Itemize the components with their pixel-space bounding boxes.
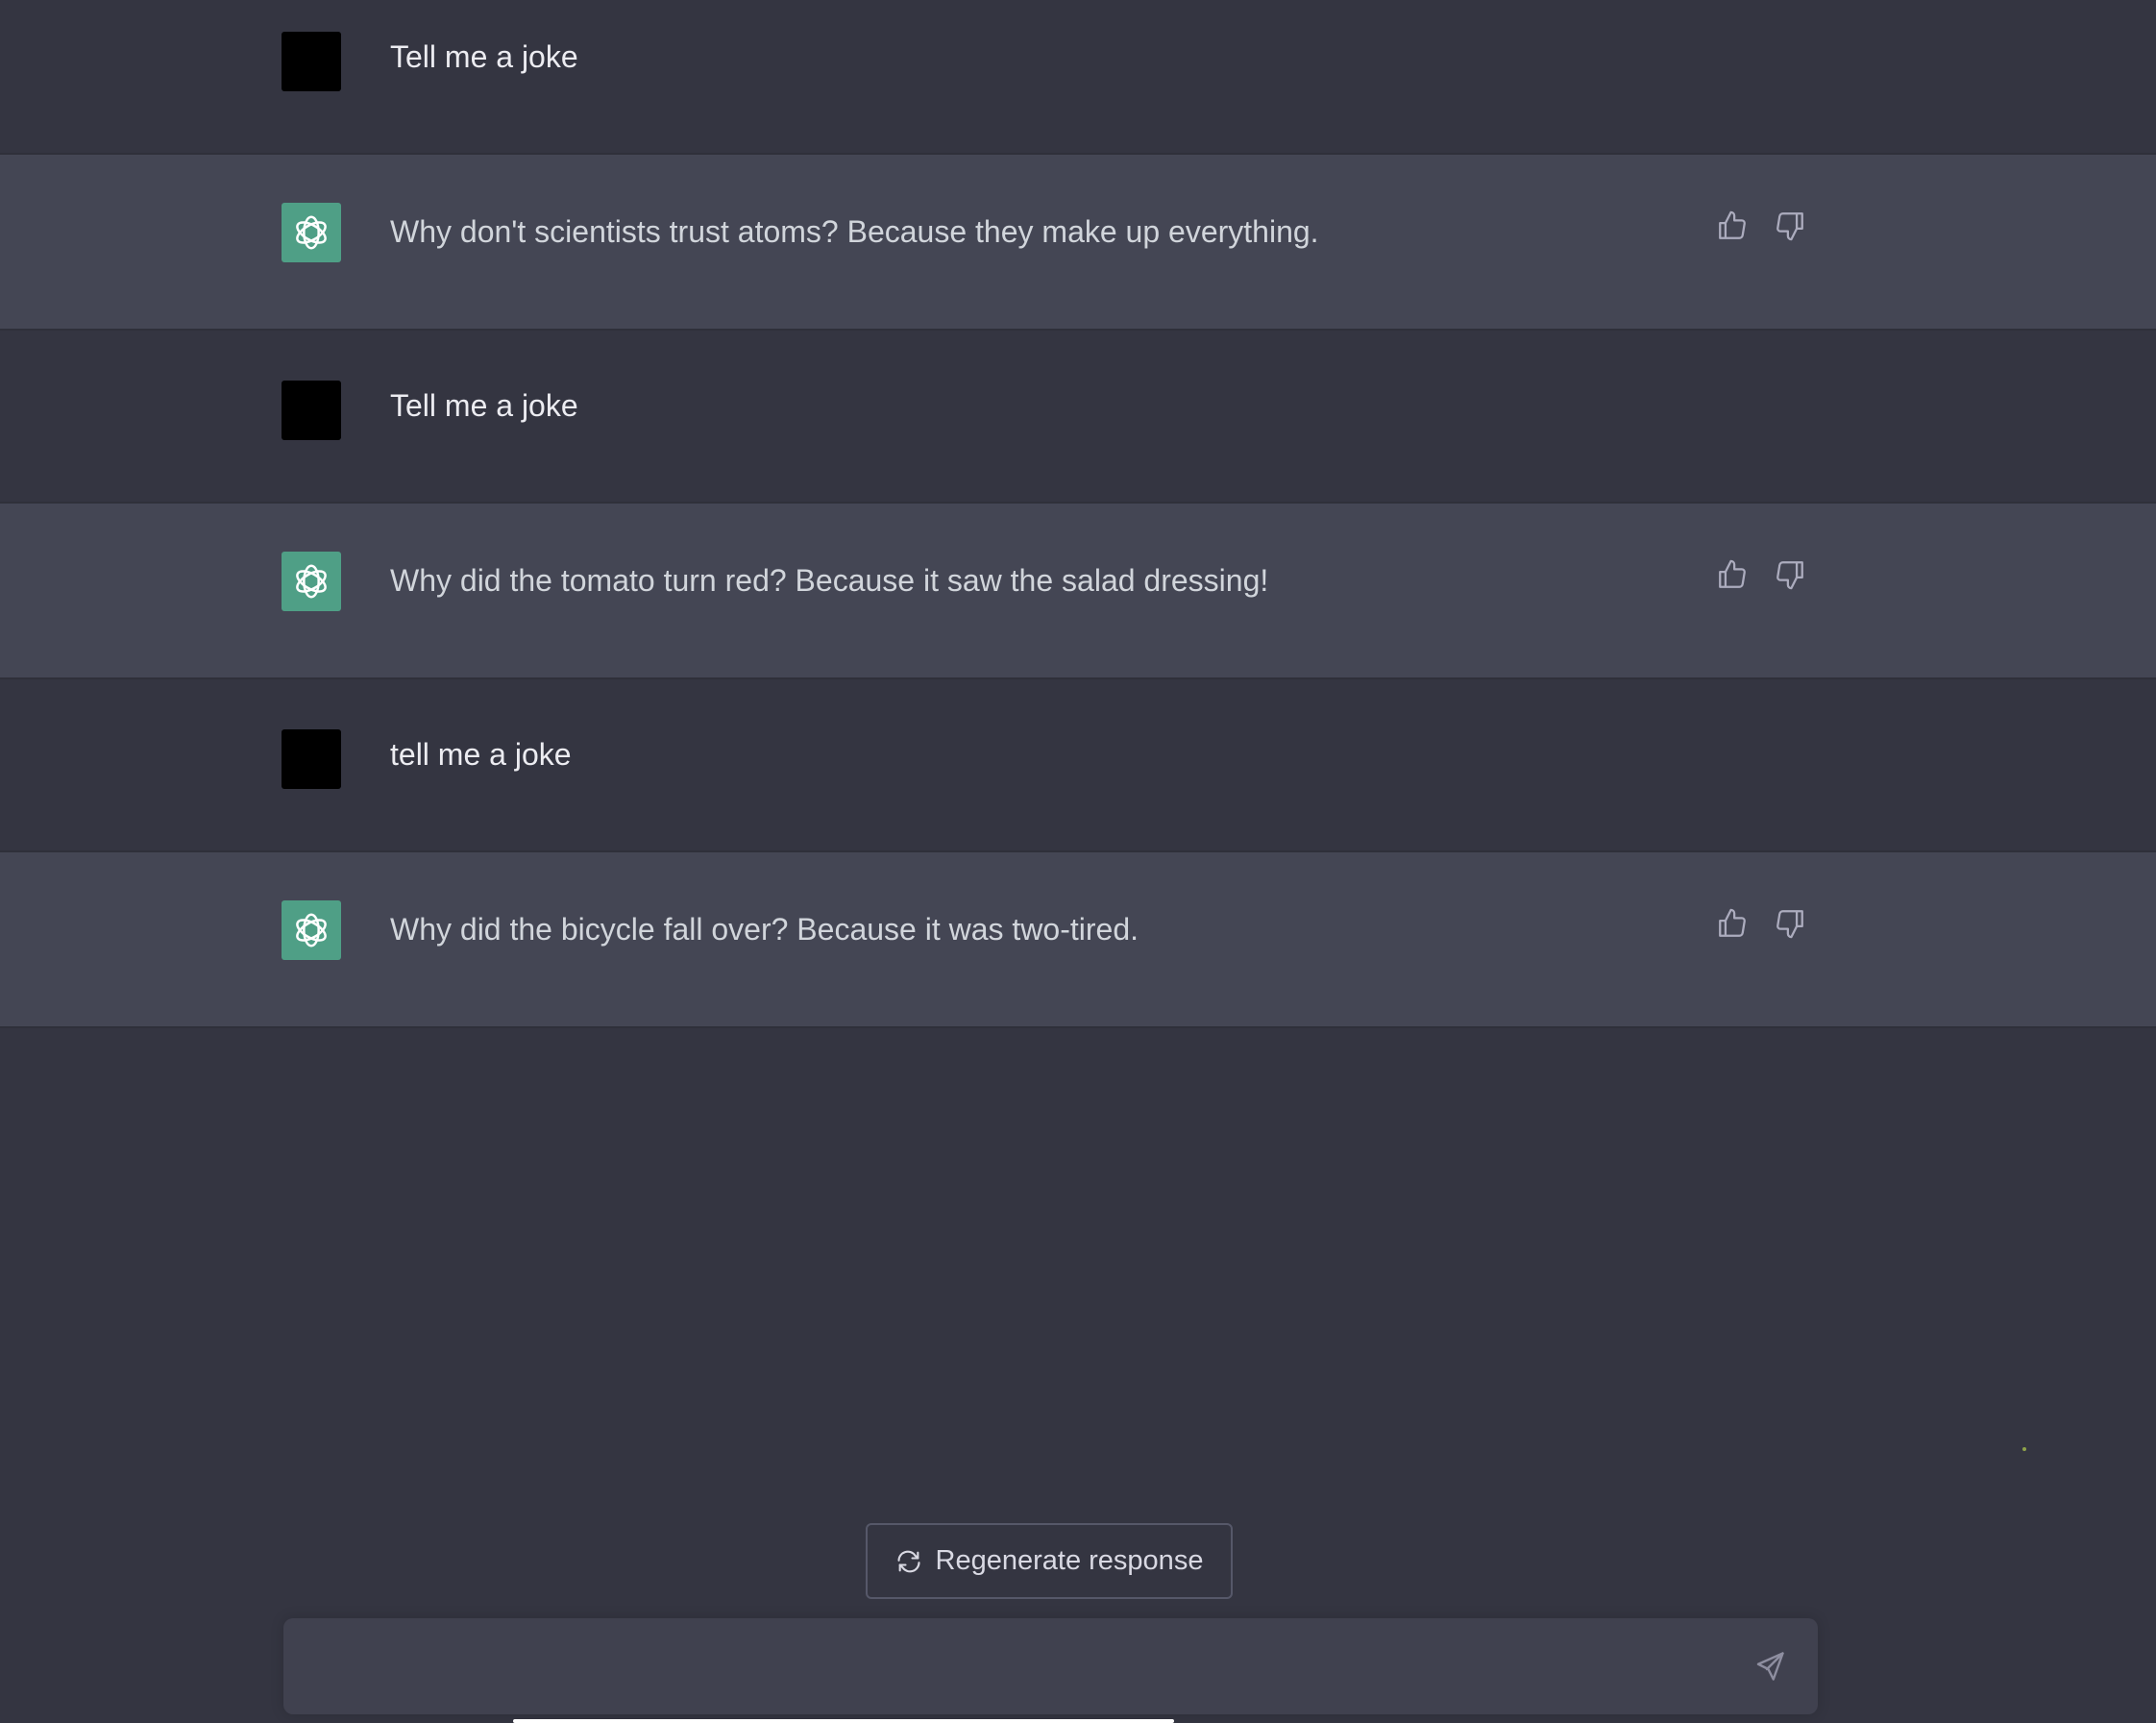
feedback-buttons [1716,209,1806,242]
thumbs-down-icon [1776,561,1803,590]
feedback-buttons [1716,558,1806,591]
message-row-user: Tell me a joke [0,0,2156,154]
message-row-user: Tell me a joke [0,331,2156,502]
message-input[interactable] [306,1641,1732,1693]
home-indicator [513,1719,1174,1723]
thumbs-up-button[interactable] [1716,558,1749,591]
openai-logo-icon [296,564,327,599]
thumbs-up-button[interactable] [1716,209,1749,242]
assistant-avatar [282,203,341,262]
thumbs-down-button[interactable] [1774,558,1806,591]
openai-logo-icon [296,913,327,948]
openai-logo-icon [296,215,327,250]
thumbs-up-button[interactable] [1716,907,1749,940]
regenerate-label: Regenerate response [935,1545,1204,1576]
message-text: Why did the bicycle fall over? Because i… [390,912,1139,947]
message-text: Why did the tomato turn red? Because it … [390,563,1269,598]
message-row-user: tell me a joke [0,679,2156,850]
message-text: tell me a joke [390,737,572,772]
user-avatar [282,32,341,91]
feedback-buttons [1716,907,1806,940]
message-row-assistant: Why don't scientists trust atoms? Becaus… [0,153,2156,331]
assistant-avatar [282,552,341,611]
send-button[interactable] [1751,1647,1789,1686]
message-composer [283,1618,1818,1714]
assistant-avatar [282,900,341,960]
user-avatar [282,729,341,789]
thumbs-down-icon [1776,212,1803,241]
stray-pixel [2022,1447,2026,1451]
thumbs-down-button[interactable] [1774,209,1806,242]
message-row-assistant: Why did the tomato turn red? Because it … [0,502,2156,679]
thumbs-up-icon [1719,210,1746,239]
thumbs-down-icon [1776,910,1803,939]
chat-window: Tell me a joke Why don't scientists trus… [0,0,2156,1723]
thumbs-down-button[interactable] [1774,907,1806,940]
user-avatar [282,381,341,440]
message-text: Tell me a joke [390,388,578,423]
refresh-icon [896,1550,920,1572]
message-row-assistant: Why did the bicycle fall over? Because i… [0,850,2156,1028]
message-text: Why don't scientists trust atoms? Becaus… [390,214,1319,249]
thumbs-up-icon [1719,908,1746,937]
thumbs-up-icon [1719,559,1746,588]
message-text: Tell me a joke [390,39,578,74]
paper-plane-icon [1756,1652,1784,1681]
regenerate-response-button[interactable]: Regenerate response [866,1523,1233,1599]
